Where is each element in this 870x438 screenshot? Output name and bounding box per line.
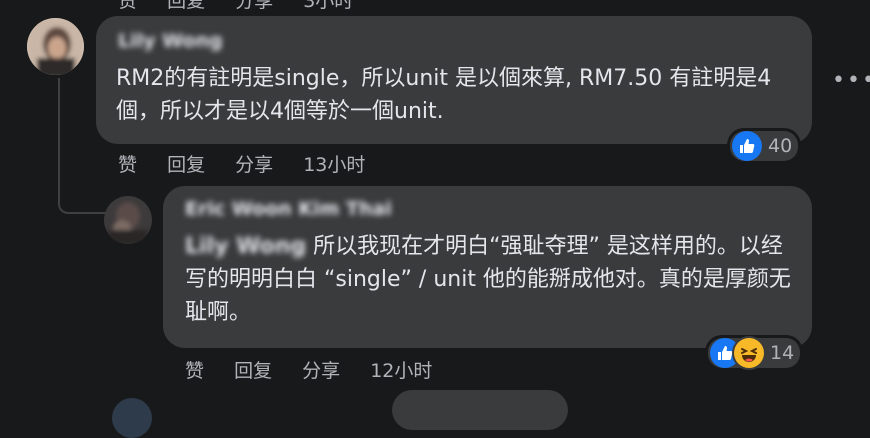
reaction-summary[interactable]: 14 bbox=[708, 338, 801, 368]
mention-link[interactable]: Lily Wong bbox=[185, 234, 306, 259]
reply-actions: 赞 回复 分享 12小时 bbox=[185, 356, 456, 383]
reply-action[interactable]: 回复 bbox=[234, 360, 272, 382]
more-options-icon[interactable]: ••• bbox=[832, 68, 870, 93]
avatar[interactable] bbox=[112, 398, 152, 438]
reaction-count: 40 bbox=[768, 135, 793, 157]
reply-bubble: Eric Woon Kim Thai Lily Wong 所以我现在才明白“强耻… bbox=[163, 186, 812, 348]
avatar[interactable] bbox=[104, 196, 152, 244]
avatar[interactable] bbox=[27, 18, 84, 75]
timestamp[interactable]: 3小时 bbox=[303, 0, 353, 12]
comment-text: RM2的有註明是single，所以unit 是以個來算, RM7.50 有註明是… bbox=[116, 66, 772, 124]
comment-bubble: Lily Wong RM2的有註明是single，所以unit 是以個來算, R… bbox=[96, 16, 812, 144]
comment-actions: 赞 回复 分享 13小时 bbox=[118, 150, 389, 177]
reply-action[interactable]: 回复 bbox=[167, 0, 205, 12]
haha-icon bbox=[734, 338, 764, 368]
like-icon bbox=[732, 131, 762, 161]
comment-author[interactable]: Lily Wong bbox=[118, 30, 223, 52]
like-action[interactable]: 赞 bbox=[118, 154, 137, 176]
timestamp[interactable]: 12小时 bbox=[370, 360, 432, 382]
reply-text: Lily Wong 所以我现在才明白“强耻夺理” 是这样用的。以经写的明明白白 … bbox=[185, 230, 797, 329]
reaction-summary[interactable]: 40 bbox=[730, 131, 799, 161]
like-action[interactable]: 赞 bbox=[185, 360, 204, 382]
share-action[interactable]: 分享 bbox=[235, 154, 273, 176]
previous-comment-actions: 赞 回复 分享 3小时 bbox=[118, 0, 377, 13]
next-comment-bubble bbox=[392, 390, 568, 430]
reaction-count: 14 bbox=[770, 342, 795, 364]
reply-action[interactable]: 回复 bbox=[167, 154, 205, 176]
reply-author[interactable]: Eric Woon Kim Thai bbox=[185, 198, 392, 220]
share-action[interactable]: 分享 bbox=[302, 360, 340, 382]
like-action[interactable]: 赞 bbox=[118, 0, 137, 12]
timestamp[interactable]: 13小时 bbox=[303, 154, 365, 176]
share-action[interactable]: 分享 bbox=[235, 0, 273, 12]
